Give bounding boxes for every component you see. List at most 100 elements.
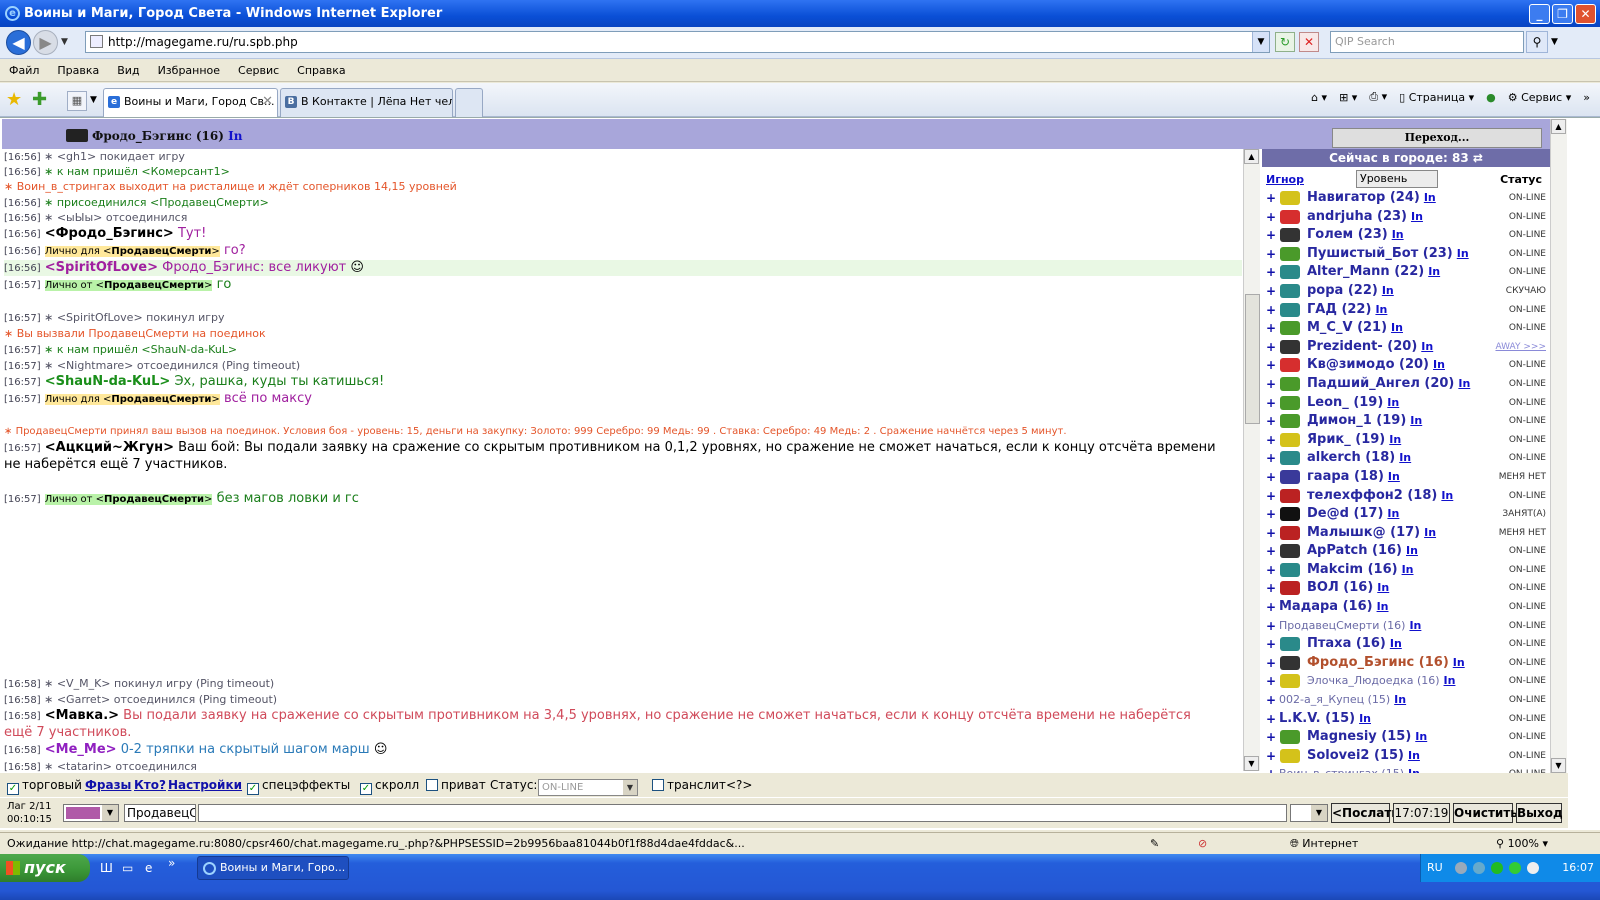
add-user-icon[interactable]: + (1266, 356, 1276, 375)
user-row[interactable]: + Птаха (16) In ON-LINE (1262, 635, 1550, 654)
quicklaunch-more-icon[interactable]: » (168, 856, 175, 870)
user-info-link[interactable]: In (1359, 712, 1371, 725)
user-name[interactable]: andrjuha (23) (1307, 209, 1407, 224)
user-entry[interactable]: andrjuha (23) In (1307, 208, 1423, 227)
user-row[interactable]: + Пушистый_Бот (23) In ON-LINE (1262, 245, 1550, 264)
user-info-link[interactable]: In (1424, 191, 1436, 204)
add-user-icon[interactable]: + (1266, 579, 1276, 598)
add-user-icon[interactable]: + (1266, 226, 1276, 245)
user-row[interactable]: + ГАД (22) In ON-LINE (1262, 301, 1550, 320)
color-picker[interactable]: ▼ (63, 804, 119, 822)
user-row[interactable]: + alkerch (18) In ON-LINE (1262, 449, 1550, 468)
user-info-link[interactable]: In (228, 129, 242, 143)
search-icon[interactable]: ⚲ (1526, 31, 1548, 53)
private-checkbox[interactable]: приват (426, 778, 486, 792)
new-tab-button[interactable] (455, 88, 483, 117)
address-dropdown-icon[interactable]: ▼ (1252, 32, 1269, 52)
user-entry[interactable]: ApPatch (16) In (1307, 542, 1418, 561)
user-info-link[interactable]: In (1387, 396, 1399, 409)
settings-link[interactable]: Настройки (168, 778, 242, 792)
user-entry[interactable]: Solovei2 (15) In (1307, 747, 1420, 766)
user-row[interactable]: + Solovei2 (15) In ON-LINE (1262, 747, 1550, 766)
sort-select[interactable]: Уровень (1356, 170, 1438, 188)
page-scrollbar[interactable]: ▲ ▼ (1550, 119, 1567, 773)
user-name[interactable]: Кв@зимодо (20) (1307, 357, 1429, 372)
clear-button[interactable]: Очистить (1453, 803, 1518, 823)
add-user-icon[interactable]: + (1266, 617, 1276, 636)
user-name[interactable]: M_C_V (21) (1307, 320, 1387, 335)
user-row[interactable]: + Кв@зимодо (20) In ON-LINE (1262, 356, 1550, 375)
user-name[interactable]: Пушистый_Бот (23) (1307, 246, 1453, 261)
user-entry[interactable]: L.K.V. (15) In (1279, 710, 1371, 729)
user-entry[interactable]: Кв@зимодо (20) In (1307, 356, 1445, 375)
user-name[interactable]: ApPatch (16) (1307, 543, 1402, 558)
msg-nick[interactable]: ПродавецСмерти (111, 246, 211, 257)
user-info-link[interactable]: In (1406, 544, 1418, 557)
translit-checkbox[interactable]: транслит (652, 778, 726, 792)
user-entry[interactable]: ГАД (22) In (1307, 301, 1387, 320)
user-name[interactable]: Голем (23) (1307, 227, 1388, 242)
user-name[interactable]: гаара (18) (1307, 469, 1384, 484)
tray-volume-icon[interactable] (1527, 862, 1539, 874)
user-name[interactable]: popa (22) (1307, 283, 1378, 298)
user-info-link[interactable]: In (1453, 656, 1465, 669)
user-info-link[interactable]: In (1389, 433, 1401, 446)
restore-button[interactable]: ❐ (1552, 4, 1573, 24)
quick-tabs-icon[interactable]: ▦ (67, 91, 87, 111)
add-user-icon[interactable]: + (1266, 747, 1276, 766)
quicklaunch-ie-icon[interactable]: e (145, 861, 152, 875)
user-info-link[interactable]: In (1382, 284, 1394, 297)
user-name[interactable]: Leon_ (19) (1307, 395, 1383, 410)
user-row[interactable]: + гаара (18) In МЕНЯ НЕТ (1262, 468, 1550, 487)
user-row[interactable]: + Мадара (16) In ON-LINE (1262, 598, 1550, 617)
user-name[interactable]: Димон_1 (19) (1307, 413, 1406, 428)
refresh-button[interactable]: ↻ (1275, 32, 1295, 52)
add-user-icon[interactable]: + (1266, 487, 1276, 506)
menu-favorites[interactable]: Избранное (149, 60, 229, 82)
user-name[interactable]: телехффон2 (18) (1307, 488, 1437, 503)
user-info-link[interactable]: In (1457, 247, 1469, 260)
quicklaunch-qip-icon[interactable]: Ш (100, 861, 113, 875)
user-info-link[interactable]: In (1392, 228, 1404, 241)
user-info-link[interactable]: In (1409, 619, 1421, 632)
user-entry[interactable]: Alter_Mann (22) In (1307, 263, 1440, 282)
start-button[interactable]: пуск (0, 854, 90, 882)
add-user-icon[interactable]: + (1266, 654, 1276, 673)
user-info-link[interactable]: In (1444, 674, 1456, 687)
user-entry[interactable]: Навигатор (24) In (1307, 189, 1436, 208)
history-select[interactable]: ▼ (1290, 804, 1328, 822)
user-row[interactable]: + Magnesiy (15) In ON-LINE (1262, 728, 1550, 747)
user-info-link[interactable]: In (1410, 414, 1422, 427)
user-entry[interactable]: Ярик_ (19) In (1307, 431, 1401, 450)
add-user-icon[interactable]: + (1266, 635, 1276, 654)
user-entry[interactable]: popa (22) In (1307, 282, 1394, 301)
user-row[interactable]: + Элочка_Людоедка (16) In ON-LINE (1262, 672, 1550, 691)
add-user-icon[interactable]: + (1266, 263, 1276, 282)
user-row[interactable]: + телехффон2 (18) In ON-LINE (1262, 487, 1550, 506)
scroll-up-icon[interactable]: ▲ (1551, 119, 1566, 134)
user-name[interactable]: Фродо_Бэгинс (16) (1307, 655, 1449, 670)
user-info-link[interactable]: In (1399, 451, 1411, 464)
user-info-link[interactable]: In (1408, 749, 1420, 762)
user-entry[interactable]: Фродо_Бэгинс (16) In (1307, 654, 1465, 673)
forward-button[interactable]: ▶ (33, 30, 58, 55)
user-info-link[interactable]: In (1421, 340, 1433, 353)
tray-icq-icon[interactable] (1509, 862, 1521, 874)
user-info-link[interactable]: In (1411, 210, 1423, 223)
status-select[interactable]: ON-LINE ▼ (538, 776, 638, 796)
msg-nick[interactable]: <Ацкций~Жгун> (45, 440, 174, 455)
close-tab-icon[interactable]: ✕ (262, 89, 273, 115)
msg-nick[interactable]: ПродавецСмерти (104, 280, 204, 291)
user-info-link[interactable]: In (1428, 265, 1440, 278)
msg-nick[interactable]: <Фродо_Бэгинс> (45, 226, 174, 241)
user-row[interactable]: + M_C_V (21) In ON-LINE (1262, 319, 1550, 338)
user-entry[interactable]: телехффон2 (18) In (1307, 487, 1453, 506)
back-button[interactable]: ◀ (6, 30, 31, 55)
jump-button[interactable]: Переход... (1332, 128, 1542, 148)
phrases-link[interactable]: Фразы (85, 778, 131, 792)
user-row[interactable]: + Prezident- (20) In AWAY >>> (1262, 338, 1550, 357)
user-entry[interactable]: Prezident- (20) In (1307, 338, 1433, 357)
user-entry[interactable]: Leon_ (19) In (1307, 394, 1399, 413)
send-button[interactable]: <Послать (1331, 803, 1399, 823)
add-user-icon[interactable]: + (1266, 505, 1276, 524)
